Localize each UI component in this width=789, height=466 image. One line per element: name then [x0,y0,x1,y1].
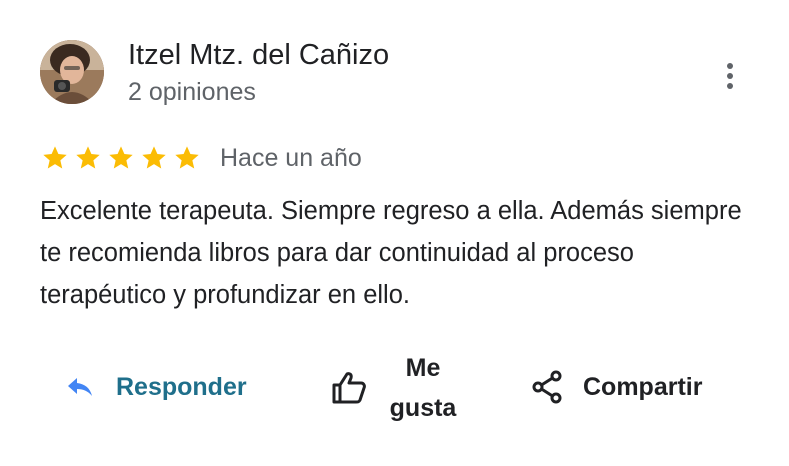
review-text: Excelente terapeuta. Siempre regreso a e… [40,197,742,309]
star-icon [142,146,166,169]
star-icon [76,146,100,169]
star-icon [175,146,199,169]
author-name[interactable]: Itzel Mtz. del Cañizo [128,37,389,73]
thumb-up-icon [331,371,367,405]
reply-button[interactable]: Responder [66,366,247,408]
star-icon [109,146,133,169]
share-button[interactable]: Compartir [531,366,702,408]
star-icon [43,146,67,169]
share-icon [531,370,563,404]
reply-label: Responder [116,372,247,401]
like-button[interactable]: Me gusta [331,348,461,428]
share-label: Compartir [583,372,703,401]
author-review-count: 2 opiniones [128,78,256,106]
review-card: Itzel Mtz. del Cañizo 2 opiniones Hace u… [0,0,789,466]
more-vert-icon [727,63,733,89]
star-rating [40,144,202,172]
avatar[interactable] [40,40,104,104]
review-date: Hace un año [220,144,362,172]
reply-arrow-icon [66,376,94,398]
like-label: Me gusta [389,354,457,422]
rating-row: Hace un año [40,142,362,174]
more-options-button[interactable] [712,56,748,96]
